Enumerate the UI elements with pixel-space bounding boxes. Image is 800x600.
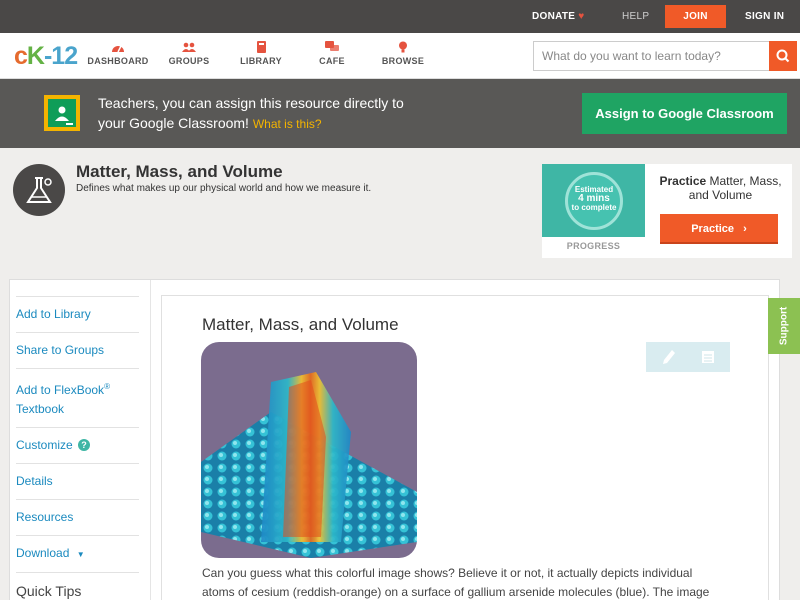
nav-groups[interactable]: GROUPS	[166, 41, 212, 66]
concept-title: Matter, Mass, and Volume	[76, 162, 283, 181]
practice-title-bold: Practice	[659, 174, 707, 188]
google-classroom-icon	[44, 95, 80, 131]
details-link[interactable]: Details	[16, 463, 139, 499]
nav-browse-label: BROWSE	[381, 56, 425, 66]
add-flexbook-line2: Textbook	[16, 402, 65, 416]
article-title: Matter, Mass, and Volume	[202, 315, 399, 334]
ring-line3: to complete	[571, 203, 617, 212]
sidebar: Add to Library Share to Groups Add to Fl…	[16, 296, 139, 599]
library-icon	[257, 41, 266, 53]
donate-link[interactable]: DONATE ♥	[532, 0, 585, 33]
customize-link[interactable]: Customize ?	[16, 427, 139, 463]
support-tab[interactable]: Support	[768, 298, 800, 354]
classroom-line1: Teachers, you can assign this resource d…	[98, 95, 404, 111]
progress-label: PROGRESS	[566, 241, 621, 251]
practice-button-label: Practice	[691, 223, 735, 235]
download-link[interactable]: Download ▼	[16, 535, 139, 572]
classroom-line2: your Google Classroom!	[98, 115, 249, 131]
dashboard-icon	[112, 45, 124, 53]
google-classroom-banner: Teachers, you can assign this resource d…	[0, 79, 800, 148]
ck12-logo[interactable]: cK-12	[14, 42, 78, 71]
help-link[interactable]: HELP	[622, 0, 649, 33]
resources-link[interactable]: Resources	[16, 499, 139, 535]
annotation-tools	[646, 342, 730, 372]
download-label: Download	[16, 546, 70, 560]
search-button[interactable]	[769, 41, 797, 71]
assign-classroom-button[interactable]: Assign to Google Classroom	[582, 93, 787, 134]
practice-button[interactable]: Practice ›	[660, 214, 778, 244]
atoms-surface-image	[201, 342, 417, 558]
main-nav-bar: cK-12 DASHBOARD GROUPS LIBRARY CAFE BROW…	[0, 33, 800, 79]
search-input[interactable]: What do you want to learn today?	[533, 41, 770, 71]
nav-dashboard-label: DASHBOARD	[87, 56, 149, 66]
support-label: Support	[778, 306, 790, 346]
nav-cafe-label: CAFE	[319, 56, 345, 66]
sidebar-divider	[150, 280, 151, 600]
what-is-this-link[interactable]: What is this?	[253, 117, 322, 131]
join-button[interactable]: JOIN	[665, 5, 726, 28]
concept-flask-icon	[13, 164, 65, 216]
share-to-groups-link[interactable]: Share to Groups	[16, 332, 139, 368]
add-to-library-link[interactable]: Add to Library	[16, 296, 139, 332]
classroom-message: Teachers, you can assign this resource d…	[98, 93, 458, 134]
logo-k: K	[26, 42, 45, 70]
groups-icon	[182, 42, 196, 52]
nav-browse[interactable]: BROWSE	[381, 41, 425, 66]
sign-in-link[interactable]: SIGN IN	[745, 0, 784, 33]
customize-label: Customize	[16, 438, 73, 452]
browse-icon	[399, 41, 407, 53]
estimated-time-ring: Estimated 4 mins to complete	[565, 172, 623, 230]
add-flexbook-line1: Add to FlexBook	[16, 383, 105, 397]
search-icon	[776, 49, 790, 63]
concept-description: Defines what makes up our physical world…	[76, 183, 372, 194]
chevron-right-icon: ›	[743, 223, 747, 235]
registered-mark: ®	[104, 382, 110, 391]
logo-c: c	[14, 42, 28, 70]
cafe-icon	[325, 41, 339, 51]
add-to-flexbook-link[interactable]: Add to FlexBook® Textbook	[16, 368, 139, 427]
progress-area: Estimated 4 mins to complete	[542, 164, 645, 237]
pencil-icon[interactable]	[662, 349, 676, 365]
practice-title: Practice Matter, Mass, and Volume	[652, 174, 789, 202]
caret-down-icon: ▼	[76, 550, 85, 559]
quick-tips-heading: Quick Tips	[16, 572, 139, 599]
nav-library[interactable]: LIBRARY	[239, 41, 283, 66]
help-question-icon[interactable]: ?	[78, 439, 91, 451]
notes-icon[interactable]	[701, 350, 715, 364]
heart-icon: ♥	[578, 11, 585, 22]
nav-cafe[interactable]: CAFE	[316, 41, 348, 66]
nav-groups-label: GROUPS	[168, 56, 210, 66]
donate-label: DONATE	[532, 11, 576, 22]
article-body: Can you guess what this colorful image s…	[202, 566, 710, 599]
logo-num: 12	[51, 42, 78, 70]
nav-dashboard[interactable]: DASHBOARD	[87, 41, 149, 66]
practice-card: Estimated 4 mins to complete PROGRESS Pr…	[542, 164, 792, 258]
top-utility-bar: DONATE ♥ HELP JOIN SIGN IN	[0, 0, 800, 33]
nav-library-label: LIBRARY	[240, 56, 282, 66]
